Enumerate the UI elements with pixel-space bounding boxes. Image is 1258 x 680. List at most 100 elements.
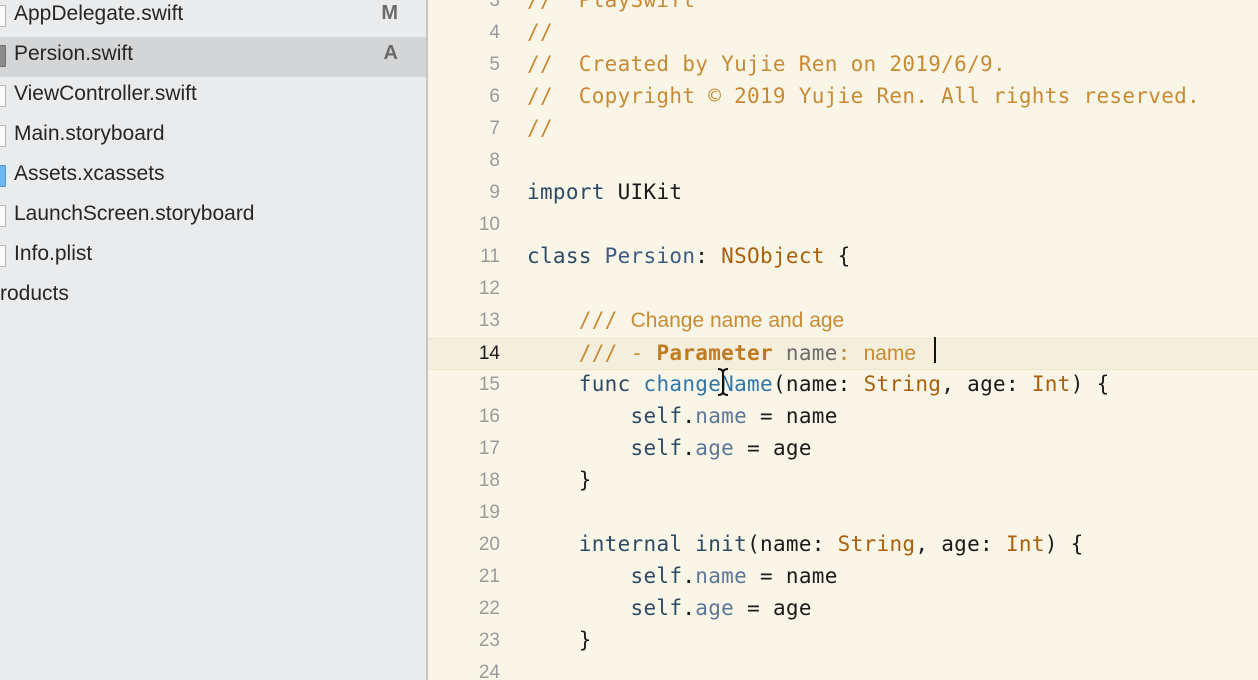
code-token: // PlaySwift: [527, 0, 696, 12]
code-line[interactable]: 3 // PlaySwift: [428, 0, 1258, 18]
code-token: //: [527, 116, 553, 140]
line-number: 4: [489, 22, 500, 43]
code-line[interactable]: 18 }: [428, 466, 1258, 498]
line-number: 18: [478, 470, 500, 491]
code-token: }: [527, 628, 592, 652]
code-text: }: [527, 468, 592, 492]
code-token: // Copyright © 2019 Yujie Ren. All right…: [527, 84, 1201, 108]
code-token: internal: [578, 532, 683, 556]
navigator-row-label: roducts: [0, 282, 69, 305]
source-control-status-badge: A: [383, 42, 398, 64]
code-line[interactable]: 5 // Created by Yujie Ren on 2019/6/9.: [428, 50, 1258, 82]
code-token: = name: [747, 564, 838, 588]
navigator-row-label: Assets.xcassets: [14, 162, 165, 185]
code-token: (name:: [747, 532, 838, 556]
code-token: self: [630, 436, 683, 460]
code-line[interactable]: 11 class Persion: NSObject {: [428, 242, 1258, 274]
navigator-row[interactable]: LaunchScreen.storyboard: [0, 197, 426, 237]
code-text: // Copyright © 2019 Yujie Ren. All right…: [527, 84, 1200, 108]
navigator-row[interactable]: roducts: [0, 277, 426, 317]
code-token: :: [837, 341, 864, 365]
code-text: func changeName(name: String, age: Int) …: [527, 372, 1110, 396]
navigator-row[interactable]: ViewController.swift: [0, 77, 426, 117]
code-token: name: [695, 564, 748, 588]
code-token: // Created by Yujie Ren on 2019/6/9.: [527, 52, 1006, 76]
navigator-row-label: Main.storyboard: [14, 122, 165, 145]
line-number: 23: [478, 630, 500, 651]
navigator-row[interactable]: Persion.swift A: [0, 37, 426, 77]
code-line[interactable]: 10: [428, 210, 1258, 242]
code-line[interactable]: 4 //: [428, 18, 1258, 50]
code-text: /// - Parameter name: name: [527, 341, 916, 366]
asset-catalog-icon: [0, 165, 6, 187]
navigator-row[interactable]: AppDelegate.swift M: [0, 0, 426, 37]
code-token: ///: [578, 308, 631, 332]
code-line[interactable]: 12: [428, 274, 1258, 306]
code-token: Change name and age: [630, 309, 845, 332]
code-line[interactable]: 21 self.name = name: [428, 562, 1258, 594]
code-text: import UIKit: [527, 180, 682, 204]
code-token: age: [695, 436, 735, 460]
code-token: init: [695, 532, 748, 556]
navigator-row-label: ViewController.swift: [14, 82, 197, 105]
code-token: Parameter: [656, 341, 773, 365]
code-token: changeName: [643, 372, 773, 396]
code-token: self: [630, 404, 683, 428]
code-line[interactable]: 19: [428, 498, 1258, 530]
code-token: Int: [1005, 532, 1045, 556]
code-token: .: [682, 404, 696, 428]
code-token: ) {: [1070, 372, 1110, 396]
code-line[interactable]: 6 // Copyright © 2019 Yujie Ren. All righ…: [428, 82, 1258, 114]
code-line[interactable]: 22 self.age = age: [428, 594, 1258, 626]
code-text: }: [527, 628, 592, 652]
line-number: 10: [478, 214, 500, 235]
code-line[interactable]: 16 self.name = name: [428, 402, 1258, 434]
line-number: 20: [478, 534, 500, 555]
code-token: .: [682, 564, 696, 588]
code-token: , age:: [915, 532, 1006, 556]
navigator-row-label: Info.plist: [14, 242, 93, 265]
code-line[interactable]: 7 //: [428, 114, 1258, 146]
code-text: self.age = age: [527, 436, 812, 460]
code-token: }: [527, 468, 592, 492]
code-line[interactable]: 8: [428, 146, 1258, 178]
code-line[interactable]: 14 /// - Parameter name: name: [428, 338, 1258, 370]
code-text: internal init(name: String, age: Int) {: [527, 532, 1084, 556]
code-line[interactable]: 24: [428, 658, 1258, 680]
code-line[interactable]: 20 internal init(name: String, age: Int)…: [428, 530, 1258, 562]
source-editor[interactable]: 3 // PlaySwift 4 // 5 // Created by Yujie Ren…: [428, 0, 1258, 680]
code-token: self: [630, 564, 683, 588]
ibeam-cursor-icon: [717, 368, 729, 396]
code-token: import: [527, 180, 605, 204]
code-token: (name:: [772, 372, 864, 396]
navigator-row[interactable]: Info.plist: [0, 237, 426, 277]
line-number: 12: [478, 278, 500, 299]
code-token: = age: [734, 596, 812, 620]
swift-file-icon: [0, 5, 6, 27]
code-token: = age: [734, 436, 812, 460]
code-token: String: [837, 532, 916, 556]
code-line[interactable]: 23 }: [428, 626, 1258, 658]
line-number: 11: [480, 246, 500, 267]
code-token: , age:: [941, 372, 1032, 396]
line-number: 5: [489, 54, 500, 75]
code-line[interactable]: 17 self.age = age: [428, 434, 1258, 466]
code-token: name: [785, 341, 838, 365]
code-line[interactable]: 13 /// Change name and age: [428, 306, 1258, 338]
code-text: self.name = name: [527, 564, 838, 588]
code-line[interactable]: 9 import UIKit: [428, 178, 1258, 210]
navigator-row[interactable]: Main.storyboard: [0, 117, 426, 157]
code-text: // Created by Yujie Ren on 2019/6/9.: [527, 52, 1006, 76]
navigator-row[interactable]: Assets.xcassets: [0, 157, 426, 197]
code-line[interactable]: 15 func changeName(name: String, age: In…: [428, 370, 1258, 402]
code-token: //: [527, 20, 553, 44]
line-number: 3: [489, 0, 500, 11]
code-token: func: [578, 372, 631, 396]
